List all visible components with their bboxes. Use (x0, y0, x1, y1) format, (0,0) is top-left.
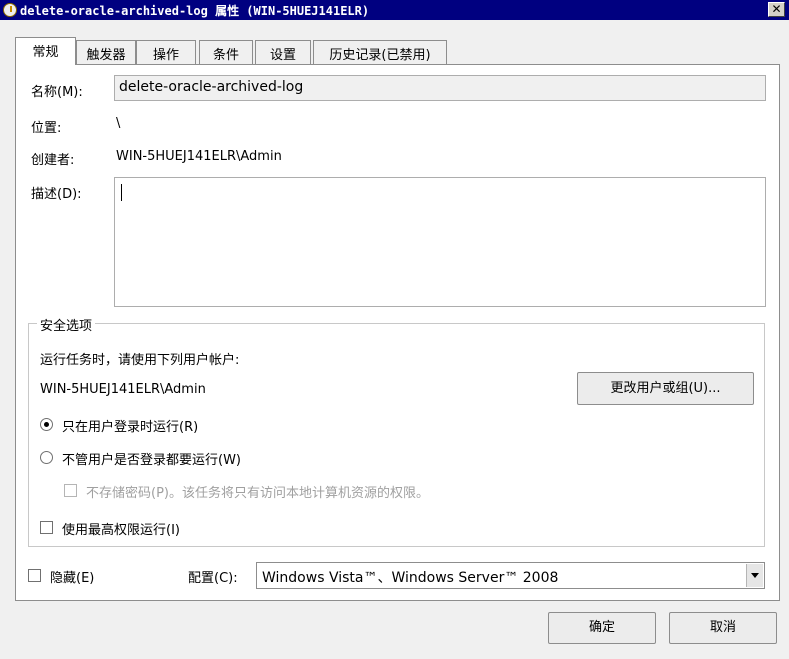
hidden-label: 隐藏(E) (50, 571, 95, 586)
chevron-down-icon[interactable] (746, 564, 763, 587)
task-scheduler-icon (3, 3, 17, 17)
cancel-button[interactable]: 取消 (669, 612, 777, 644)
run-as-user-account: WIN-5HUEJ141ELR\Admin (40, 382, 206, 397)
tab-settings[interactable]: 设置 (255, 40, 311, 64)
security-options-legend: 安全选项 (37, 315, 96, 334)
location-value: \ (116, 116, 121, 131)
title-bar: delete-oracle-archived-log 属性 (WIN-5HUEJ… (0, 0, 789, 20)
ok-button[interactable]: 确定 (548, 612, 656, 644)
run-whether-logged-on-radio[interactable] (40, 451, 53, 464)
run-only-logged-on-radio[interactable] (40, 418, 53, 431)
location-label: 位置: (31, 121, 62, 136)
text-caret (121, 184, 122, 201)
run-as-prompt: 运行任务时，请使用下列用户帐户: (40, 353, 240, 368)
author-value: WIN-5HUEJ141ELR\Admin (116, 149, 282, 164)
run-whether-logged-on-label: 不管用户是否登录都要运行(W) (62, 453, 241, 468)
description-textarea[interactable] (114, 177, 766, 307)
task-name-field[interactable]: delete-oracle-archived-log (114, 75, 766, 101)
highest-privileges-checkbox[interactable] (40, 521, 53, 534)
do-not-store-password-label: 不存储密码(P)。该任务将只有访问本地计算机资源的权限。 (86, 486, 429, 501)
tab-conditions[interactable]: 条件 (199, 40, 253, 64)
tab-history[interactable]: 历史记录(已禁用) (313, 40, 447, 64)
tab-triggers[interactable]: 触发器 (76, 40, 136, 64)
do-not-store-password-checkbox (64, 484, 77, 497)
configure-for-label: 配置(C): (188, 571, 238, 586)
highest-privileges-label: 使用最高权限运行(I) (62, 523, 180, 538)
run-only-logged-on-label: 只在用户登录时运行(R) (62, 420, 199, 435)
description-label: 描述(D): (31, 187, 82, 202)
change-user-button[interactable]: 更改用户或组(U)... (577, 372, 754, 405)
close-button[interactable]: ✕ (768, 2, 785, 17)
configure-for-select[interactable]: Windows Vista™、Windows Server™ 2008 (256, 562, 765, 589)
name-label: 名称(M): (31, 85, 83, 100)
tab-actions[interactable]: 操作 (136, 40, 196, 64)
window-title: delete-oracle-archived-log 属性 (WIN-5HUEJ… (20, 4, 370, 18)
configure-for-value: Windows Vista™、Windows Server™ 2008 (262, 570, 559, 586)
hidden-checkbox[interactable] (28, 569, 41, 582)
tab-general[interactable]: 常规 (15, 37, 76, 65)
author-label: 创建者: (31, 153, 75, 168)
